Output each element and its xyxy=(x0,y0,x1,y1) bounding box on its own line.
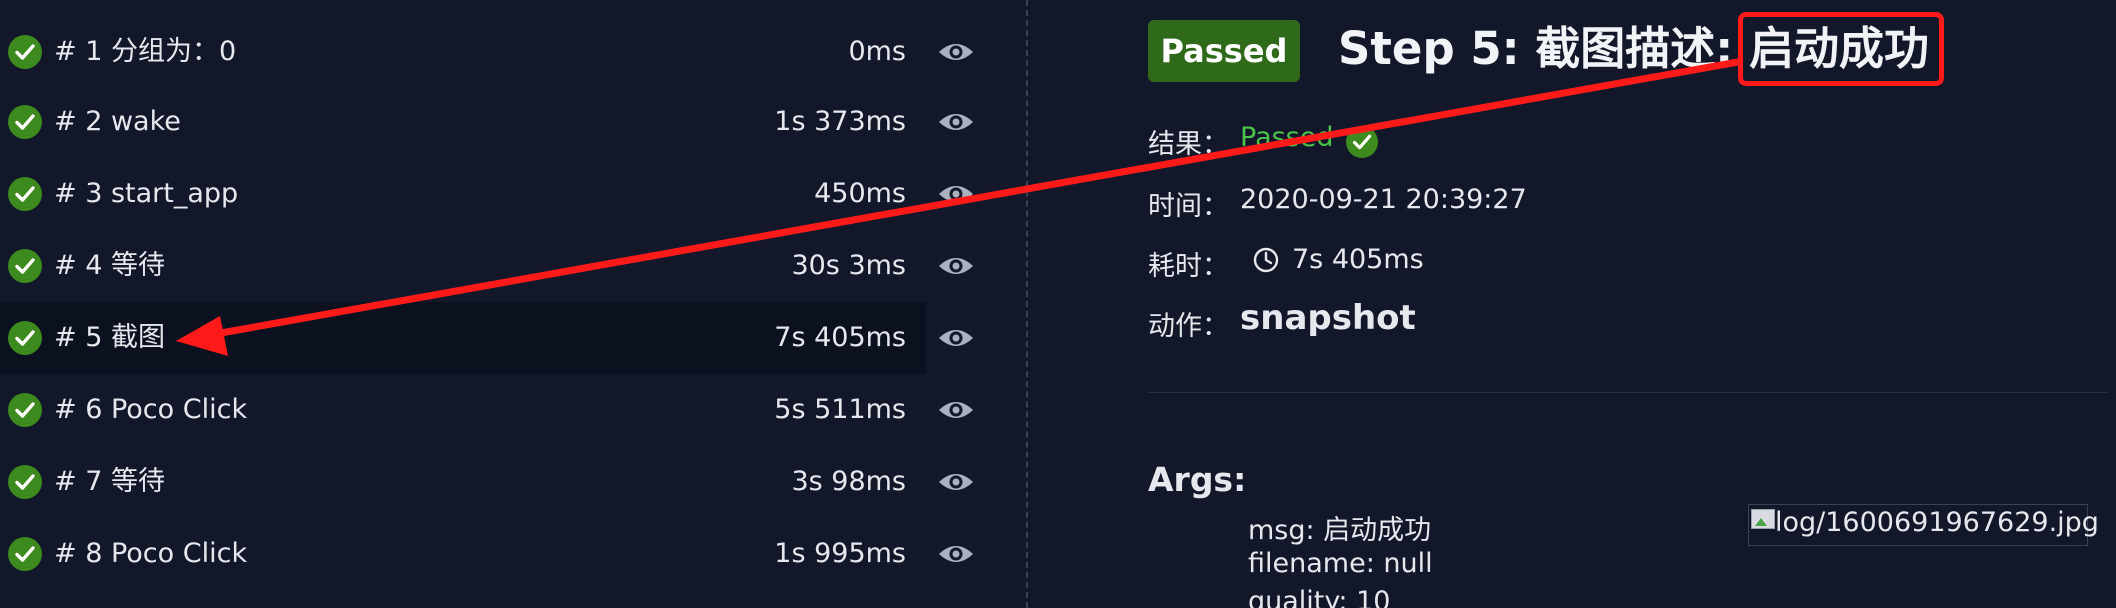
step-label: # 3 start_app xyxy=(54,178,239,209)
step-row-4[interactable]: # 4 等待 30s 3ms xyxy=(0,230,1026,302)
eye-icon[interactable] xyxy=(936,180,976,208)
time-value: 2020-09-21 20:39:27 xyxy=(1240,184,1527,215)
step-duration: 0ms xyxy=(848,36,906,67)
clock-icon xyxy=(1253,247,1279,273)
eye-icon[interactable] xyxy=(936,38,976,66)
step-label: # 2 wake xyxy=(54,106,181,137)
step-detail-panel: Passed Step 5: 截图描述: 启动成功 结果： Passed 时间：… xyxy=(1148,0,2108,608)
result-value: Passed xyxy=(1240,122,1334,153)
panel-divider[interactable] xyxy=(1026,0,1028,608)
result-label: 结果： xyxy=(1148,129,1229,160)
check-circle-icon xyxy=(8,393,42,427)
step-label: # 6 Poco Click xyxy=(54,394,248,425)
step-duration: 1s 373ms xyxy=(774,106,906,137)
eye-icon[interactable] xyxy=(936,108,976,136)
action-label: 动作： xyxy=(1148,311,1229,342)
arg-quality: quality: 10 xyxy=(1248,586,1391,608)
args-heading: Args: xyxy=(1148,460,1247,499)
time-label: 时间： xyxy=(1148,191,1229,222)
step-label: # 7 等待 xyxy=(54,466,165,497)
check-circle-icon xyxy=(8,105,42,139)
eye-icon[interactable] xyxy=(936,396,976,424)
eye-icon[interactable] xyxy=(936,540,976,568)
check-circle-icon xyxy=(8,537,42,571)
eye-icon[interactable] xyxy=(936,252,976,280)
duration-label: 耗时： xyxy=(1148,251,1229,282)
check-circle-icon xyxy=(8,35,42,69)
check-circle-icon xyxy=(8,465,42,499)
step-label: # 4 等待 xyxy=(54,250,165,281)
step-duration: 1s 995ms xyxy=(774,538,906,569)
step-list: # 1 分组为：0 0ms # 2 wake 1s 373ms # 3 star… xyxy=(0,0,1026,608)
annotation-highlight-box xyxy=(1738,12,1944,86)
duration-value: 7s 405ms xyxy=(1292,244,1424,275)
check-circle-icon xyxy=(8,249,42,283)
step-duration: 30s 3ms xyxy=(791,250,906,281)
step-duration: 450ms xyxy=(814,178,906,209)
step-label: # 5 截图 xyxy=(54,322,165,353)
step-duration: 7s 405ms xyxy=(774,322,906,353)
step-duration: 3s 98ms xyxy=(791,466,906,497)
status-badge: Passed xyxy=(1148,20,1300,82)
snapshot-image[interactable]: log/1600691967629.jpg xyxy=(1748,504,2099,546)
step-label: # 8 Poco Click xyxy=(54,538,248,569)
step-duration: 5s 511ms xyxy=(774,394,906,425)
check-circle-icon xyxy=(1346,126,1378,158)
step-row-3[interactable]: # 3 start_app 450ms xyxy=(0,158,1026,230)
action-value: snapshot xyxy=(1240,298,1416,338)
section-divider xyxy=(1148,392,2108,393)
arg-filename: filename: null xyxy=(1248,548,1433,579)
step-row-7[interactable]: # 7 等待 3s 98ms xyxy=(0,446,1026,518)
broken-image-icon xyxy=(1751,509,1775,529)
check-circle-icon xyxy=(8,321,42,355)
eye-icon[interactable] xyxy=(936,468,976,496)
check-circle-icon xyxy=(8,177,42,211)
step-row-5-selected[interactable]: # 5 截图 7s 405ms xyxy=(0,302,1026,374)
step-row-6[interactable]: # 6 Poco Click 5s 511ms xyxy=(0,374,1026,446)
eye-icon[interactable] xyxy=(936,324,976,352)
step-row-8[interactable]: # 8 Poco Click 1s 995ms xyxy=(0,518,1026,590)
step-row-2[interactable]: # 2 wake 1s 373ms xyxy=(0,86,1026,158)
image-alt-text: log/1600691967629.jpg xyxy=(1775,507,2099,538)
step-row-1[interactable]: # 1 分组为：0 0ms xyxy=(0,16,1026,88)
report-window: # 1 分组为：0 0ms # 2 wake 1s 373ms # 3 star… xyxy=(0,0,2116,608)
step-label: # 1 分组为：0 xyxy=(54,36,237,67)
arg-msg: msg: 启动成功 xyxy=(1248,515,1432,546)
